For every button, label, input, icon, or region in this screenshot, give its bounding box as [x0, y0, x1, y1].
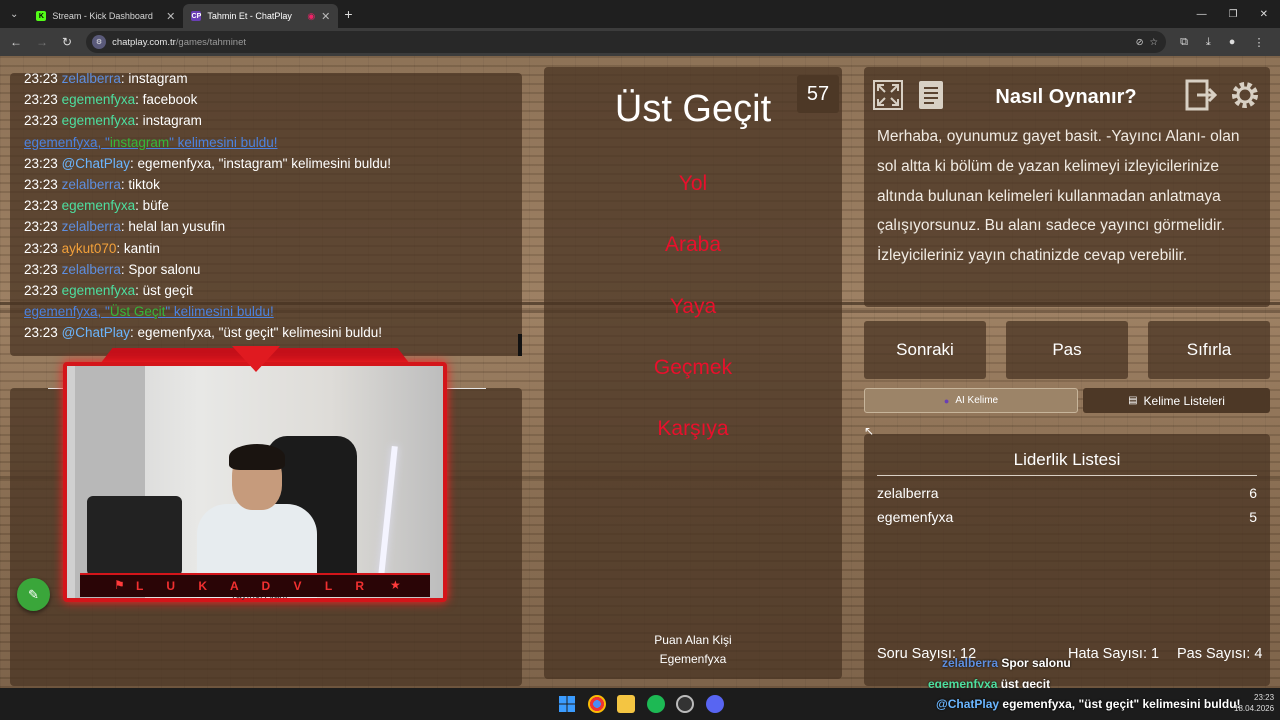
next-button[interactable]: Sonraki [864, 321, 986, 379]
reset-button[interactable]: Sıfırla [1148, 321, 1270, 379]
streamer-name-plate: L U K A D V L R [80, 573, 430, 597]
system-clock[interactable]: 23:23 18.04.2026 [1234, 692, 1274, 714]
close-tab-icon[interactable]: ✕ [166, 10, 175, 23]
window-controls: — ❐ ✕ [1197, 9, 1280, 20]
chatplay-favicon-icon: CP [191, 11, 202, 21]
scorer-name: Egemenfyxa [659, 652, 727, 666]
chat-line: 23:23 egemenfyxa: instagram [24, 113, 202, 129]
chat-line: 23:23 zelalberra: instagram [24, 73, 188, 86]
wand-icon: ✎ [28, 586, 39, 602]
chat-system-message: egemenfyxa, "instagram" kelimesini buldu… [24, 134, 278, 150]
error-count: Hata Sayısı: 1 [1068, 646, 1160, 662]
exit-icon[interactable] [1185, 79, 1218, 111]
url-field[interactable]: ⚙ chatplay.com.tr/games/tahminet ⊘ ☆ [86, 31, 1167, 53]
spotify-icon[interactable] [647, 695, 665, 713]
forbidden-word: Geçmek [653, 356, 733, 379]
tab-search-icon[interactable]: ⌄ [0, 9, 28, 20]
chrome-icon[interactable] [588, 695, 606, 713]
restore-icon[interactable]: ❐ [1229, 9, 1238, 20]
tab-title: Stream - Kick Dashboard [52, 11, 153, 21]
pass-count: Pas Sayısı: 4 [1177, 646, 1263, 662]
eye-off-icon[interactable]: ⊘ [1136, 37, 1144, 48]
overlay-chat-line: @ChatPlay egemenfyxa, "üst geçit" kelime… [936, 697, 1241, 711]
chat-line: 23:23 @ChatPlay: egemenfyxa, "instagram"… [24, 155, 392, 171]
scorer-label: Puan Alan Kişi [654, 633, 732, 647]
how-to-play-text: Merhaba, oyunumuz gayet basit. -Yayıncı … [877, 128, 1240, 265]
file-explorer-icon[interactable] [617, 695, 635, 713]
forward-icon[interactable]: → [36, 35, 48, 49]
recording-icon: ◉ [307, 10, 316, 21]
windows-start-icon[interactable] [558, 695, 576, 713]
chat-line: 23:23 zelalberra: Spor salonu [24, 261, 201, 277]
chat-system-message: egemenfyxa, "Üst Geçit" kelimesini buldu… [24, 304, 274, 320]
fullscreen-icon[interactable] [872, 79, 904, 111]
obs-icon[interactable] [676, 695, 694, 713]
webcam-feed [63, 362, 447, 602]
chat-line: 23:23 zelalberra: tiktok [24, 176, 160, 192]
chat-line: 23:23 zelalberra: helal lan yusufin [24, 219, 226, 235]
skull-icon: ⚑ [114, 578, 125, 592]
tab-title: Tahmin Et - ChatPlay [207, 11, 292, 21]
target-word: Üst Geçit [614, 88, 772, 130]
notes-icon[interactable] [916, 79, 948, 111]
url-domain: chatplay.com.tr [112, 36, 176, 48]
list-icon: ▤ [1128, 395, 1138, 406]
new-tab-button[interactable]: + [338, 6, 352, 22]
forbidden-word: Karşıya [657, 417, 729, 440]
back-icon[interactable]: ← [10, 35, 22, 49]
chat-line: 23:23 @ChatPlay: egemenfyxa, "üst geçit"… [24, 325, 383, 341]
tab-chatplay[interactable]: CP Tahmin Et - ChatPlay ◉ ✕ [183, 4, 339, 28]
pass-button[interactable]: Pas [1006, 321, 1128, 379]
forbidden-word: Araba [664, 233, 722, 256]
kick-favicon-icon: K [36, 11, 47, 21]
close-window-icon[interactable]: ✕ [1260, 9, 1268, 20]
bookmark-star-icon[interactable]: ☆ [1150, 37, 1167, 48]
discord-icon[interactable] [706, 695, 724, 713]
reload-icon[interactable]: ↻ [62, 35, 72, 49]
chat-scrollbar[interactable] [518, 334, 522, 356]
leaderboard-title: Liderlik Listesi [877, 450, 1257, 476]
settings-gear-icon[interactable] [1229, 79, 1261, 111]
chat-line: 23:23 egemenfyxa: üst geçit [24, 282, 193, 298]
forbidden-word: Yol [678, 172, 708, 195]
minimize-icon[interactable]: — [1197, 9, 1207, 20]
chat-panel: 23:23 zelalberra: instagram 23:23 egemen… [10, 73, 522, 356]
browser-tab-bar: ⌄ K Stream - Kick Dashboard ✕ CP Tahmin … [0, 0, 1280, 28]
word-lists-button[interactable]: ▤ Kelime Listeleri [1083, 388, 1270, 413]
ai-word-button[interactable]: ● AI Kelime [864, 388, 1078, 413]
chat-line: 23:23 aykut070: kantin [24, 240, 160, 256]
leaderboard-row: zelalberra 6 [877, 485, 1257, 501]
leaderboard-row: egemenfyxa 5 [877, 509, 1257, 525]
download-icon[interactable]: ⤓ [1206, 36, 1211, 49]
how-to-play-title: Nasıl Oynanır? [995, 86, 1137, 108]
overlay-chat-line: zelalberra Spor salonu [942, 656, 1071, 670]
chat-line: 23:23 egemenfyxa: facebook [24, 92, 198, 108]
menu-icon[interactable]: ⋮ [1253, 36, 1264, 49]
extensions-icon[interactable]: ⧉ [1180, 36, 1188, 49]
forbidden-word: Yaya [669, 295, 717, 318]
close-tab-icon[interactable]: ✕ [321, 10, 330, 23]
tab-kick-dashboard[interactable]: K Stream - Kick Dashboard ✕ [28, 4, 183, 28]
address-bar-row: ← → ↻ ⚙ chatplay.com.tr/games/tahminet ⊘… [0, 28, 1280, 56]
chat-line: 23:23 egemenfyxa: büfe [24, 198, 169, 214]
tool-fab-button[interactable]: ✎ [17, 578, 50, 611]
mouse-cursor-icon: ↖ [864, 424, 875, 438]
ai-icon: ● [943, 395, 950, 406]
url-path: /games/tahminet [175, 36, 247, 48]
site-info-icon[interactable]: ⚙ [92, 35, 107, 49]
star-icon: ★ [390, 578, 401, 592]
profile-avatar[interactable]: ● [1229, 36, 1236, 49]
